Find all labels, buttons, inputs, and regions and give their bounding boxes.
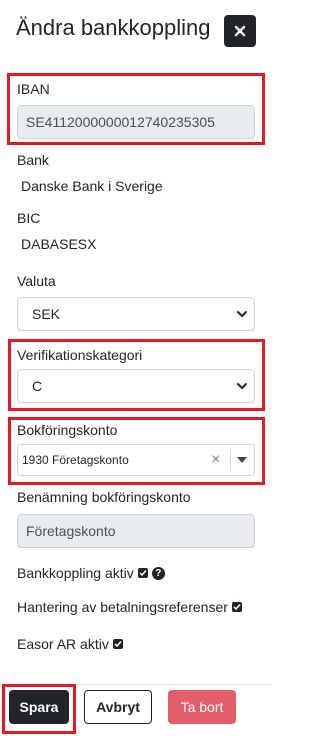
- account-name-label: Benämning bokföringskonto: [17, 489, 191, 505]
- verification-category-select[interactable]: C: [17, 369, 255, 403]
- currency-label: Valuta: [17, 273, 56, 289]
- currency-selected: SEK: [32, 306, 61, 322]
- check-icon: [233, 604, 241, 611]
- payment-refs-checkbox[interactable]: [231, 602, 242, 612]
- check-icon: [114, 641, 122, 648]
- close-icon: [234, 25, 246, 37]
- account-name-field: Företagskonto: [17, 514, 255, 548]
- currency-select[interactable]: SEK: [17, 297, 255, 331]
- bank-link-active-checkbox[interactable]: [137, 568, 148, 578]
- account-selected: 1930 Företagskonto: [22, 453, 129, 467]
- bic-label: BIC: [17, 210, 41, 226]
- bank-link-active-label: Bankkoppling aktiv: [17, 565, 134, 581]
- delete-button[interactable]: Ta bort: [168, 690, 236, 724]
- account-label: Bokföringskonto: [17, 422, 118, 438]
- modal-header: Ändra bankkoppling: [0, 0, 272, 64]
- save-button[interactable]: Spara: [9, 690, 69, 724]
- bank-value: Danske Bank i Sverige: [21, 178, 163, 194]
- bic-value: DABASESX: [21, 236, 97, 252]
- bank-link-active-row: Bankkoppling aktiv ?: [17, 564, 165, 582]
- chevron-down-icon: [237, 383, 247, 389]
- help-icon[interactable]: ?: [151, 566, 165, 580]
- account-combobox[interactable]: 1930 Företagskonto ×: [17, 444, 255, 476]
- verification-category-label: Verifikationskategori: [17, 347, 143, 363]
- easor-ar-label: Easor AR aktiv: [17, 636, 109, 652]
- combobox-separator: [230, 449, 231, 471]
- chevron-down-icon: [237, 311, 247, 317]
- clear-icon[interactable]: ×: [211, 445, 220, 475]
- iban-label: IBAN: [17, 81, 50, 97]
- caret-down-icon[interactable]: [237, 457, 247, 464]
- close-button[interactable]: [224, 15, 256, 47]
- payment-refs-row: Hantering av betalningsreferenser: [17, 598, 242, 616]
- iban-field: SE4112000000012740235305: [17, 105, 255, 139]
- verification-category-selected: C: [32, 378, 43, 394]
- easor-ar-checkbox[interactable]: [112, 639, 123, 649]
- modal-title: Ändra bankkoppling: [16, 15, 211, 40]
- cancel-button[interactable]: Avbryt: [84, 690, 152, 724]
- bank-label: Bank: [17, 152, 49, 168]
- payment-refs-label: Hantering av betalningsreferenser: [17, 599, 228, 615]
- check-icon: [139, 570, 147, 577]
- easor-ar-row: Easor AR aktiv: [17, 635, 123, 653]
